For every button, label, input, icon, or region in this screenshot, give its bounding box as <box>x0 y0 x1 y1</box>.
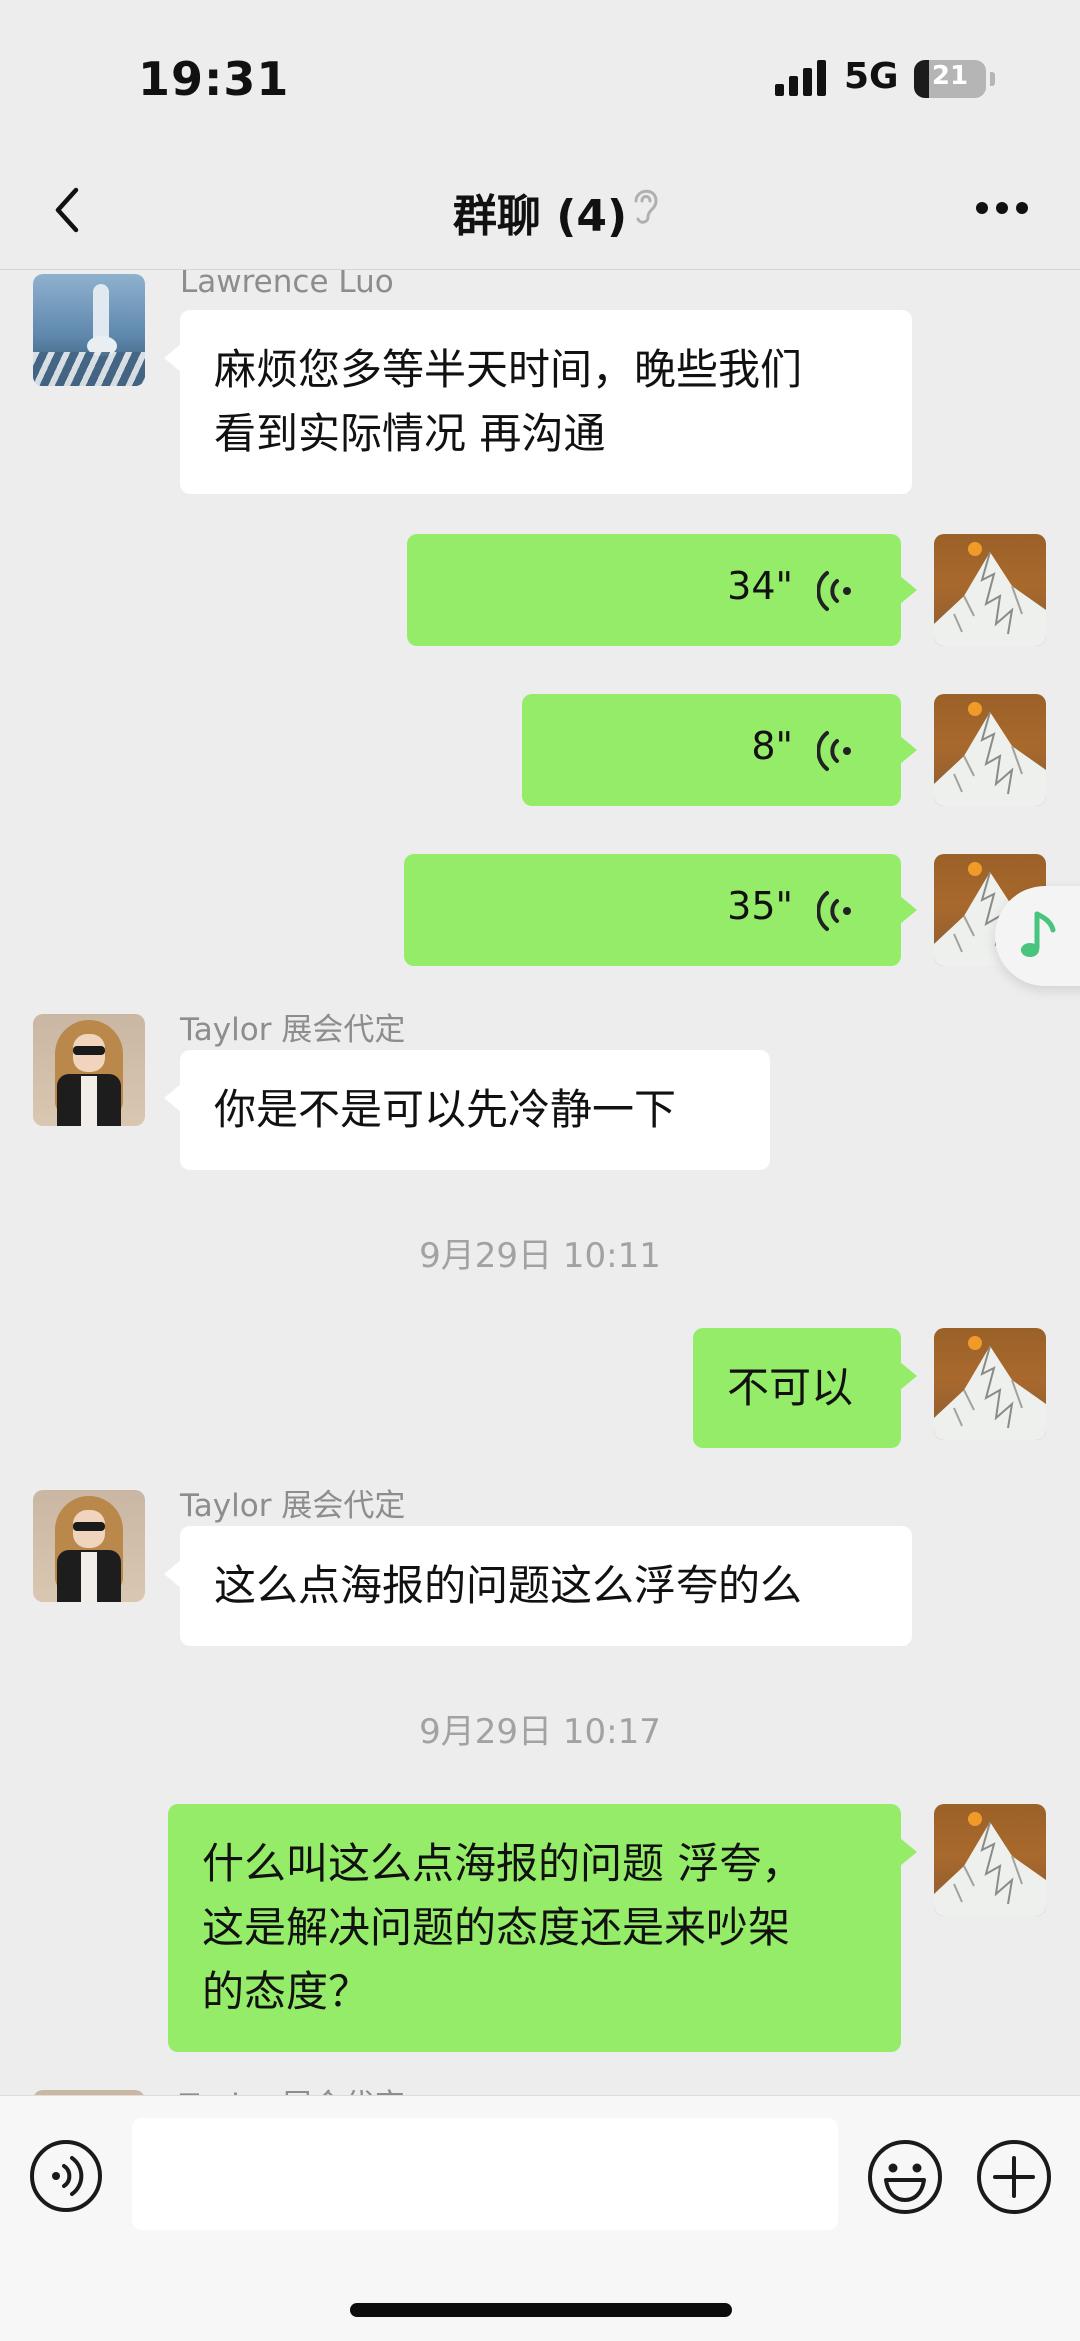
battery-percent: 21 <box>931 61 969 91</box>
message-list[interactable]: Lawrence Luo 麻烦您多等半天时间，晚些我们 看到实际情况 再沟通 3… <box>0 270 1080 2095</box>
status-bar: 19:31 5G 21 <box>0 0 1080 150</box>
message-text: 麻烦您多等半天时间，晚些我们 看到实际情况 再沟通 <box>214 345 803 458</box>
avatar[interactable] <box>934 534 1046 646</box>
home-indicator[interactable] <box>350 2303 732 2317</box>
ellipsis-icon[interactable] <box>976 202 1028 216</box>
signal-icon <box>775 60 829 96</box>
status-time: 19:31 <box>138 52 290 106</box>
message-bubble[interactable]: 你是不是可以先冷静一下 <box>164 1050 770 1170</box>
message-bubble[interactable]: 这么点海报的问题这么浮夸的么 <box>164 1526 912 1646</box>
timestamp-divider: 9月29日 10:11 <box>419 1236 661 1276</box>
chat-title: 群聊 (4) <box>452 191 628 242</box>
emoji-icon[interactable] <box>866 2138 944 2216</box>
message-bubble[interactable]: 不可以 <box>693 1328 917 1448</box>
sender-name: Taylor 展会代定 <box>180 2080 405 2095</box>
avatar[interactable] <box>33 1490 145 1602</box>
voice-message[interactable]: 34" <box>407 534 917 646</box>
sender-name: Taylor 展会代定 <box>180 1488 406 1524</box>
message-text: 不可以 <box>727 1363 854 1412</box>
voice-wave-icon <box>817 731 851 771</box>
avatar[interactable] <box>33 274 145 386</box>
message-text: 这么点海报的问题这么浮夸的么 <box>214 1561 803 1610</box>
avatar[interactable] <box>934 694 1046 806</box>
sender-name: Lawrence Luo <box>180 270 394 300</box>
voice-input-icon[interactable] <box>28 2138 104 2214</box>
avatar[interactable] <box>934 1804 1046 1916</box>
message-text: 你是不是可以先冷静一下 <box>214 1085 677 1134</box>
sender-name: Taylor 展会代定 <box>180 1012 406 1048</box>
voice-wave-icon <box>817 571 851 611</box>
chat-header: 群聊 (4) <box>0 150 1080 270</box>
avatar[interactable] <box>33 1014 145 1126</box>
voice-duration: 8" <box>751 724 793 768</box>
voice-message[interactable]: 8" <box>522 694 917 806</box>
avatar[interactable] <box>934 1328 1046 1440</box>
voice-message[interactable]: 35" <box>404 854 917 966</box>
music-note-icon <box>1021 911 1056 957</box>
battery-tip <box>990 72 995 86</box>
voice-wave-icon <box>817 891 851 931</box>
plus-icon[interactable] <box>975 2138 1053 2216</box>
message-bubble[interactable]: 麻烦您多等半天时间，晚些我们 看到实际情况 再沟通 <box>164 310 912 494</box>
voice-duration: 34" <box>727 564 793 608</box>
message-bubble[interactable]: 什么叫这么点海报的问题 浮夸， 这是解决问题的态度还是来吵架 的态度？ <box>168 1804 917 2052</box>
voice-duration: 35" <box>727 884 793 928</box>
message-text: 什么叫这么点海报的问题 浮夸， 这是解决问题的态度还是来吵架 的态度？ <box>202 1839 804 2016</box>
network-type: 5G <box>844 56 899 97</box>
ear-icon <box>634 189 658 224</box>
timestamp-divider: 9月29日 10:17 <box>419 1712 661 1752</box>
message-input[interactable] <box>132 2118 838 2230</box>
battery-icon: 21 <box>914 60 986 98</box>
